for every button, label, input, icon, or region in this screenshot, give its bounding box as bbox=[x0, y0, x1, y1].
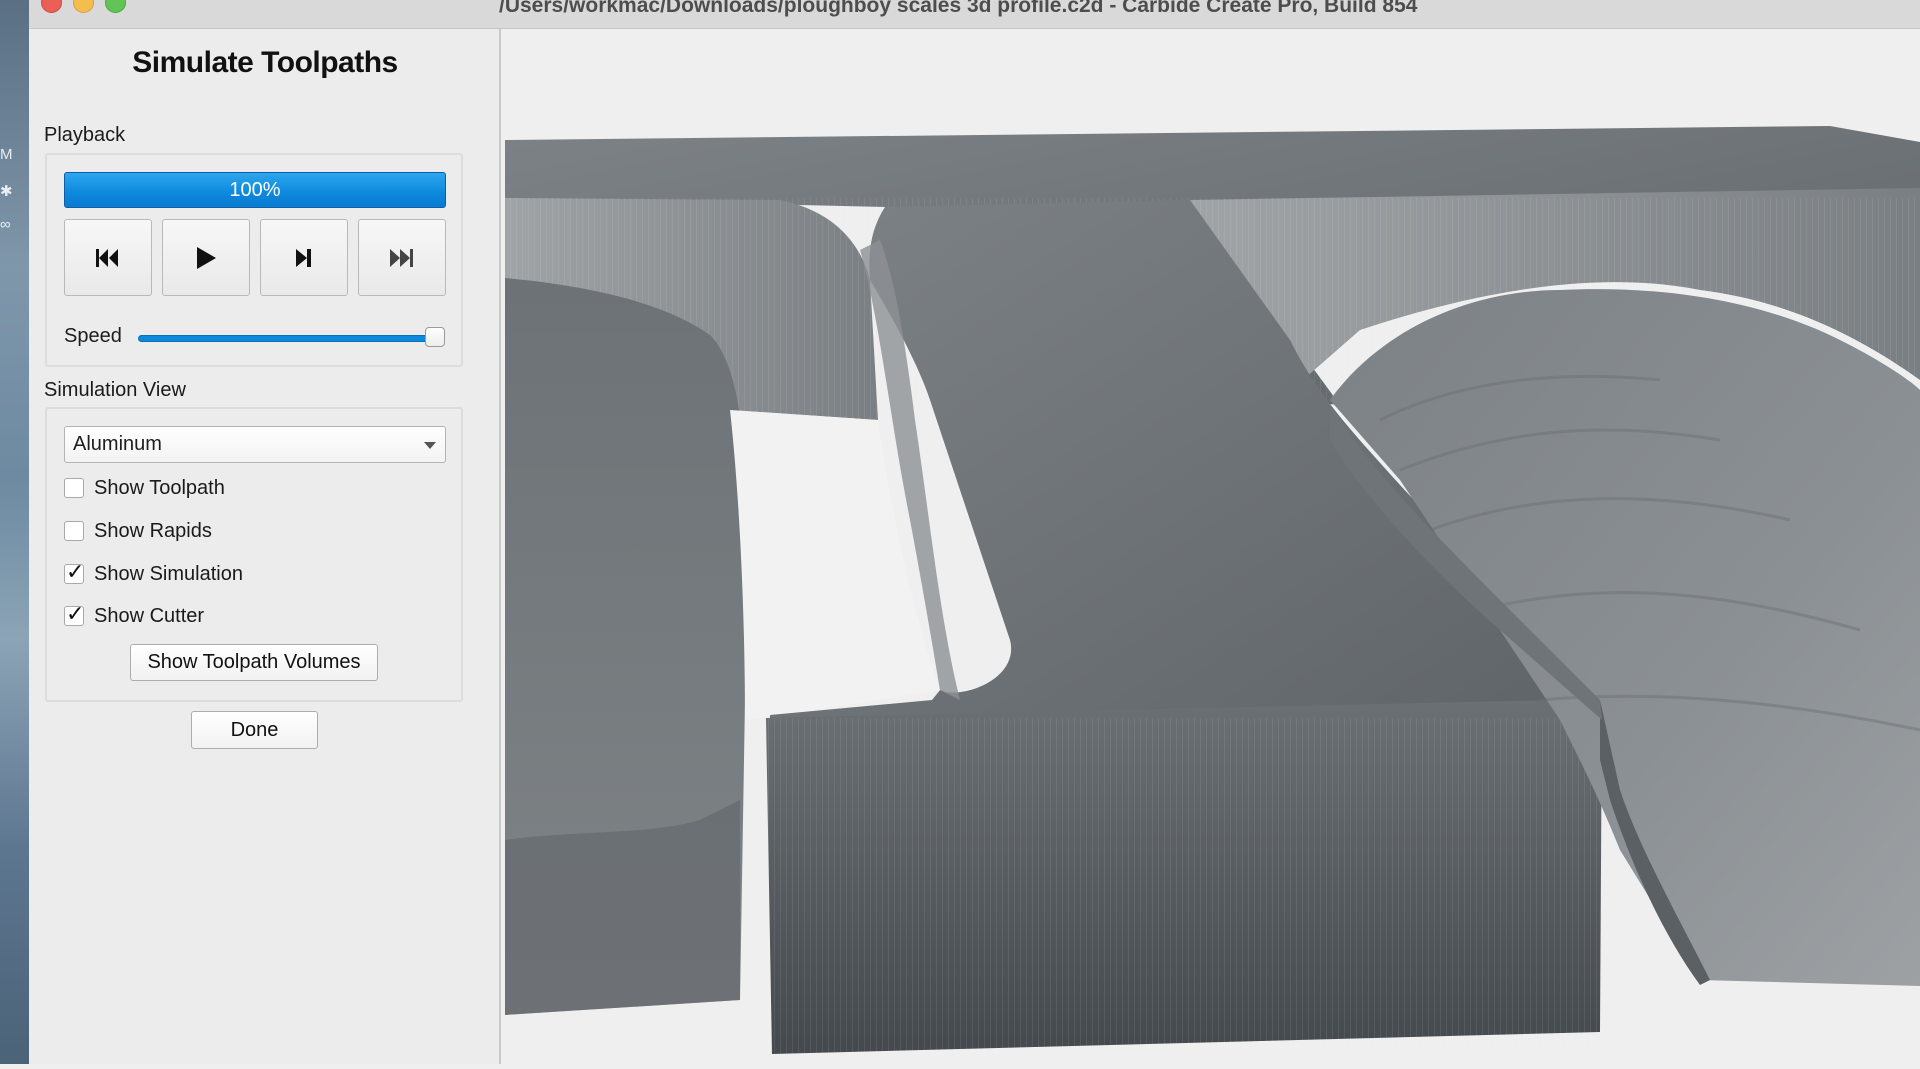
material-dropdown-value: Aluminum bbox=[73, 433, 162, 455]
checkmark-icon: ✓ bbox=[66, 601, 85, 626]
skip-to-end-icon bbox=[390, 248, 413, 267]
step-forward-icon bbox=[296, 248, 311, 267]
speed-slider-thumb[interactable] bbox=[425, 327, 445, 347]
checkmark-icon: ✓ bbox=[66, 559, 85, 584]
show-simulation-option[interactable]: ✓ Show Simulation bbox=[64, 559, 243, 586]
simulation-progress-bar: 100% bbox=[64, 172, 446, 208]
simulation-render bbox=[505, 126, 1920, 1054]
minimize-window-button[interactable] bbox=[73, 0, 94, 13]
show-toolpath-option[interactable]: Show Toolpath bbox=[64, 476, 225, 500]
show-simulation-label: Show Simulation bbox=[94, 562, 243, 585]
show-rapids-label: Show Rapids bbox=[94, 519, 212, 542]
skip-to-start-icon bbox=[96, 248, 118, 267]
show-toolpath-volumes-button[interactable]: Show Toolpath Volumes bbox=[130, 644, 378, 681]
play-button[interactable] bbox=[162, 219, 250, 296]
desktop-background: M ✱ ∞ bbox=[0, 0, 29, 1064]
zoom-window-button[interactable] bbox=[105, 0, 126, 13]
show-cutter-option[interactable]: ✓ Show Cutter bbox=[64, 601, 205, 628]
speed-label: Speed bbox=[64, 325, 122, 347]
playback-label: Playback bbox=[44, 124, 126, 146]
skip-to-start-button[interactable] bbox=[64, 219, 152, 296]
panel-title: Simulate Toolpaths bbox=[132, 46, 398, 79]
simulation-view-group: Aluminum Show Toolpath Show Rapids ✓ Sho… bbox=[45, 407, 463, 702]
close-window-button[interactable] bbox=[41, 0, 62, 13]
show-cutter-checkbox[interactable]: ✓ bbox=[64, 601, 84, 626]
playback-group: 100% Speed bbox=[45, 153, 463, 367]
window-titlebar: /Users/workmac/Downloads/ploughboy scale… bbox=[29, 0, 1920, 29]
speed-slider-track[interactable] bbox=[138, 335, 437, 342]
show-toolpath-label: Show Toolpath bbox=[94, 476, 225, 499]
chevron-down-icon bbox=[424, 442, 436, 449]
desktop-glyph-infinity: ∞ bbox=[0, 216, 11, 233]
desktop-glyph-star: ✱ bbox=[0, 183, 13, 200]
desktop-glyph-m: M bbox=[0, 146, 13, 163]
skip-to-end-button[interactable] bbox=[358, 219, 446, 296]
simulation-viewport[interactable] bbox=[503, 29, 1920, 1064]
done-button[interactable]: Done bbox=[191, 711, 318, 749]
simulate-toolpaths-panel: Simulate Toolpaths Playback 100% Speed S… bbox=[29, 29, 501, 1064]
play-icon bbox=[197, 246, 216, 269]
material-dropdown[interactable]: Aluminum bbox=[64, 426, 446, 463]
step-forward-button[interactable] bbox=[260, 219, 348, 296]
window-title: /Users/workmac/Downloads/ploughboy scale… bbox=[499, 0, 1418, 17]
show-toolpath-checkbox[interactable] bbox=[64, 478, 84, 498]
front-face-texture bbox=[766, 718, 1602, 1054]
show-cutter-label: Show Cutter bbox=[94, 604, 205, 627]
show-simulation-checkbox[interactable]: ✓ bbox=[64, 559, 84, 584]
show-rapids-checkbox[interactable] bbox=[64, 521, 84, 541]
show-rapids-option[interactable]: Show Rapids bbox=[64, 519, 212, 543]
simulation-view-label: Simulation View bbox=[44, 379, 186, 401]
